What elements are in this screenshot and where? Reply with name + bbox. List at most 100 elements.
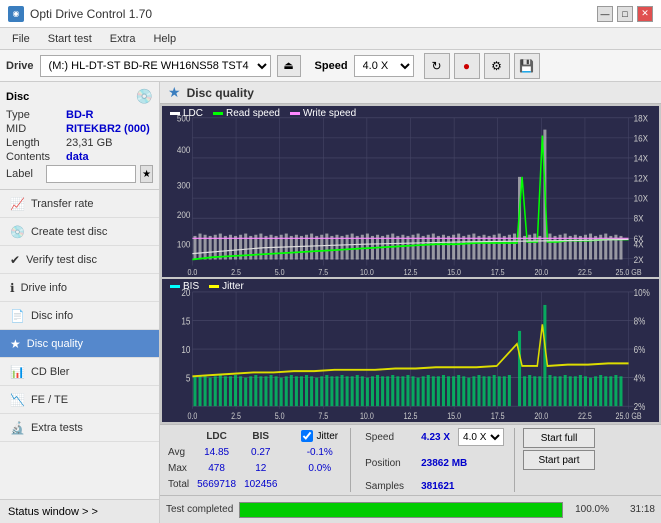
nav-create-test-disc-label: Create test disc <box>31 226 107 238</box>
svg-text:0.0: 0.0 <box>187 412 197 422</box>
nav-create-test-disc[interactable]: 💿 Create test disc <box>0 218 159 246</box>
chart1-wrapper: LDC Read speed Write speed <box>162 106 659 277</box>
minimize-button[interactable]: — <box>597 6 613 22</box>
nav-extra-tests[interactable]: 🔬 Extra tests <box>0 414 159 442</box>
record-button[interactable]: ● <box>454 53 480 79</box>
stats-empty-header <box>164 428 193 444</box>
svg-text:2.5: 2.5 <box>231 412 241 422</box>
stats-divider <box>350 428 351 492</box>
menu-extra[interactable]: Extra <box>102 31 144 47</box>
progress-bar-outer <box>239 502 563 518</box>
disc-type-label: Type <box>6 109 66 121</box>
bis-legend-label: BIS <box>183 281 199 292</box>
drive-info-icon: ℹ <box>10 281 15 295</box>
nav-verify-test-disc[interactable]: ✔ Verify test disc <box>0 246 159 274</box>
nav-disc-info[interactable]: 📄 Disc info <box>0 302 159 330</box>
svg-text:5.0: 5.0 <box>275 412 285 422</box>
start-part-button[interactable]: Start part <box>523 450 595 470</box>
maximize-button[interactable]: □ <box>617 6 633 22</box>
app-icon: ◉ <box>8 6 24 22</box>
svg-text:2.5: 2.5 <box>231 267 241 277</box>
cd-bler-icon: 📊 <box>10 365 25 379</box>
disc-label-row: Label ★ <box>6 165 153 183</box>
status-window-label: Status window > > <box>8 506 98 518</box>
progress-percent: 100.0% <box>569 504 609 515</box>
samples-value: 381621 <box>421 481 454 492</box>
svg-text:10.0: 10.0 <box>360 267 374 277</box>
svg-text:14X: 14X <box>634 153 649 164</box>
menu-help[interactable]: Help <box>145 31 184 47</box>
disc-label-input[interactable] <box>46 165 136 183</box>
ldc-legend-label: LDC <box>183 108 203 119</box>
nav-extra-tests-label: Extra tests <box>31 422 83 434</box>
disc-type-value: BD-R <box>66 109 94 121</box>
nav-fe-te[interactable]: 📉 FE / TE <box>0 386 159 414</box>
start-full-button[interactable]: Start full <box>523 428 595 448</box>
disc-mid-row: MID RITEKBR2 (000) <box>6 123 153 135</box>
eject-button[interactable]: ⏏ <box>277 55 301 77</box>
svg-text:15.0: 15.0 <box>447 267 461 277</box>
status-window-button[interactable]: Status window > > <box>0 499 159 523</box>
disc-mid-value: RITEKBR2 (000) <box>66 123 150 135</box>
titlebar-left: ◉ Opti Drive Control 1.70 <box>8 6 152 22</box>
speed-select[interactable]: 4.0 X <box>354 55 414 77</box>
write-speed-legend-dot <box>290 112 300 115</box>
nav-disc-quality-label: Disc quality <box>27 338 83 350</box>
disc-title: Disc <box>6 91 29 103</box>
svg-text:100: 100 <box>177 239 191 250</box>
disc-header: Disc 💿 <box>6 88 153 105</box>
nav-items: 📈 Transfer rate 💿 Create test disc ✔ Ver… <box>0 190 159 499</box>
svg-text:300: 300 <box>177 180 191 191</box>
position-row: Position 23862 MB <box>365 458 504 469</box>
svg-text:400: 400 <box>177 145 191 156</box>
svg-text:22.5: 22.5 <box>578 267 592 277</box>
svg-text:12.5: 12.5 <box>404 412 418 422</box>
jitter-checkbox-cell[interactable]: Jitter <box>297 428 342 444</box>
speed-dropdown[interactable]: 4.0 X <box>458 428 504 446</box>
disc-length-label: Length <box>6 137 66 149</box>
drive-select[interactable]: (M:) HL-DT-ST BD-RE WH16NS58 TST4 <box>40 55 271 77</box>
svg-text:18X: 18X <box>634 113 649 124</box>
progress-bar-inner <box>240 503 562 517</box>
disc-contents-label: Contents <box>6 151 66 163</box>
bis-legend-dot <box>170 285 180 288</box>
save-button[interactable]: 💾 <box>514 53 540 79</box>
drivebar: Drive (M:) HL-DT-ST BD-RE WH16NS58 TST4 … <box>0 50 661 82</box>
close-button[interactable]: ✕ <box>637 6 653 22</box>
jitter-checkbox[interactable] <box>301 430 313 442</box>
nav-disc-quality[interactable]: ★ Disc quality <box>0 330 159 358</box>
jitter-label: Jitter <box>316 431 338 442</box>
disc-quality-header: ★ Disc quality <box>160 82 661 104</box>
titlebar: ◉ Opti Drive Control 1.70 — □ ✕ <box>0 0 661 28</box>
speed-row: Speed 4.23 X 4.0 X <box>365 428 504 446</box>
nav-drive-info-label: Drive info <box>21 282 67 294</box>
disc-label-btn[interactable]: ★ <box>140 165 153 183</box>
nav-cd-bler[interactable]: 📊 CD Bler <box>0 358 159 386</box>
samples-label: Samples <box>365 481 417 492</box>
svg-text:0.0: 0.0 <box>188 267 198 277</box>
svg-text:12X: 12X <box>634 173 649 184</box>
svg-text:15.0: 15.0 <box>447 412 461 422</box>
refresh-button[interactable]: ↻ <box>424 53 450 79</box>
stats-avg-bis: 0.27 <box>240 444 281 460</box>
nav-transfer-rate[interactable]: 📈 Transfer rate <box>0 190 159 218</box>
svg-text:22.5: 22.5 <box>578 412 592 422</box>
progress-status: Test completed <box>166 504 233 515</box>
jitter-legend-label: Jitter <box>222 281 244 292</box>
speed-value: 4.23 X <box>421 432 450 443</box>
transfer-rate-icon: 📈 <box>10 197 25 211</box>
progress-bar-area: Test completed 100.0% 31:18 <box>160 495 661 523</box>
content-area: ★ Disc quality LDC Read speed <box>160 82 661 523</box>
svg-text:10X: 10X <box>634 193 649 204</box>
disc-panel: Disc 💿 Type BD-R MID RITEKBR2 (000) Leng… <box>0 82 159 190</box>
menu-file[interactable]: File <box>4 31 38 47</box>
nav-drive-info[interactable]: ℹ Drive info <box>0 274 159 302</box>
svg-text:12.5: 12.5 <box>404 267 418 277</box>
disc-contents-row: Contents data <box>6 151 153 163</box>
menubar: File Start test Extra Help <box>0 28 661 50</box>
settings-button[interactable]: ⚙ <box>484 53 510 79</box>
disc-info-icon: 📄 <box>10 309 25 323</box>
svg-text:10: 10 <box>181 344 190 355</box>
svg-text:6%: 6% <box>634 344 646 355</box>
menu-start-test[interactable]: Start test <box>40 31 100 47</box>
